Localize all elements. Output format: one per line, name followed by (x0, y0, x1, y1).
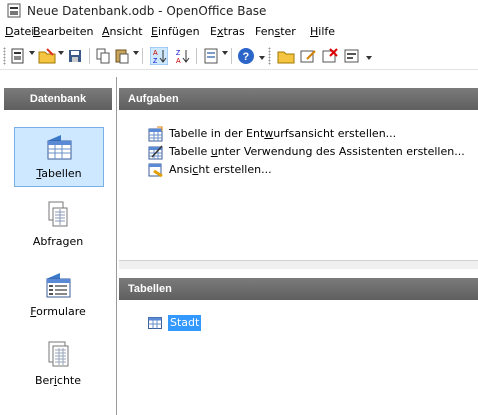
menu-bar: Datei Bearbeiten Ansicht Einfügen Extras… (0, 22, 478, 43)
form-icon (46, 273, 71, 298)
database-pane-header: Datenbank (4, 88, 112, 110)
task-label: Tabelle unter Verwendung des Assistenten… (169, 145, 465, 158)
save-icon[interactable] (67, 47, 83, 65)
nav-item-tabellen[interactable]: Tabellen (14, 127, 104, 187)
create-view-icon (148, 163, 163, 178)
new-document-dropdown-icon[interactable] (29, 51, 35, 55)
nav-label-abfragen: Abfragen (32, 235, 84, 248)
svg-text:A: A (176, 58, 181, 65)
form-icon[interactable] (203, 47, 219, 65)
nav-label-formulare: Formulare (30, 305, 86, 318)
paste-dropdown-icon[interactable] (133, 51, 139, 55)
table-design-icon (148, 126, 163, 142)
tasks-pane: Aufgaben Tabelle in der Entwurfsansicht … (119, 77, 478, 260)
tasks-pane-header: Aufgaben (119, 88, 478, 110)
toolbar-separator (89, 48, 90, 64)
nav-label-tabellen: Tabellen (36, 167, 82, 180)
nav-item-formulare[interactable]: Formulare (14, 266, 102, 324)
sort-ascending-icon[interactable]: A Z (150, 47, 168, 65)
open-folder-icon[interactable] (38, 47, 56, 65)
toolbar-separator (196, 48, 197, 64)
delete-icon[interactable] (321, 47, 339, 65)
toolbar-separator (142, 48, 143, 64)
toolbar-overflow-icon[interactable] (259, 56, 265, 60)
menu-bearbeiten[interactable]: Bearbeiten (33, 25, 93, 38)
svg-text:?: ? (243, 51, 250, 63)
database-navigation-pane: Datenbank Tabellen Abfragen Formulare Be… (0, 77, 117, 415)
query-icon (48, 201, 68, 227)
menu-fenster[interactable]: Fenster (255, 25, 296, 38)
task-label: Ansicht erstellen... (169, 163, 272, 176)
toolbar: A Z Z A ? (0, 43, 478, 70)
menu-einfuegen[interactable]: Einfügen (151, 25, 200, 38)
nav-item-abfragen[interactable]: Abfragen (14, 196, 102, 254)
toolbar-grip[interactable] (268, 47, 271, 65)
copy-icon[interactable] (95, 47, 111, 65)
table-icon (148, 317, 162, 329)
open-database-object-icon[interactable] (277, 47, 295, 65)
toolbar-separator (231, 48, 232, 64)
tables-pane: Tabellen Stadt (119, 269, 478, 415)
table-item-label: Stadt (168, 315, 202, 331)
report-icon (48, 341, 69, 367)
task-label: Tabelle in der Entwurfsansicht erstellen… (169, 127, 397, 140)
title-bar: Neue Datenbank.odb - OpenOffice Base (0, 0, 478, 22)
svg-text:A: A (153, 50, 158, 57)
table-wizard-icon (148, 145, 163, 160)
svg-text:Z: Z (176, 50, 181, 57)
nav-label-berichte: Berichte (34, 374, 81, 387)
toolbar-grip[interactable] (3, 47, 6, 65)
table-icon (47, 135, 72, 160)
help-icon[interactable]: ? (237, 47, 255, 65)
menu-ansicht[interactable]: Ansicht (102, 25, 143, 38)
window-title: Neue Datenbank.odb - OpenOffice Base (27, 4, 267, 18)
rename-icon[interactable] (343, 47, 361, 65)
menu-extras[interactable]: Extras (210, 25, 245, 38)
form-dropdown-icon[interactable] (222, 51, 228, 55)
nav-item-berichte[interactable]: Berichte (14, 335, 102, 393)
menu-datei[interactable]: Datei (5, 25, 34, 38)
edit-icon[interactable] (299, 47, 317, 65)
open-dropdown-icon[interactable] (58, 51, 64, 55)
menu-hilfe[interactable]: Hilfe (310, 25, 335, 38)
paste-icon[interactable] (114, 47, 130, 65)
openoffice-base-app-icon (7, 3, 21, 18)
toolbar-overflow-icon[interactable] (366, 56, 372, 60)
new-document-icon[interactable] (10, 47, 26, 65)
svg-text:Z: Z (153, 58, 158, 65)
sort-descending-icon[interactable]: Z A (174, 47, 190, 65)
tables-pane-header: Tabellen (119, 278, 478, 300)
